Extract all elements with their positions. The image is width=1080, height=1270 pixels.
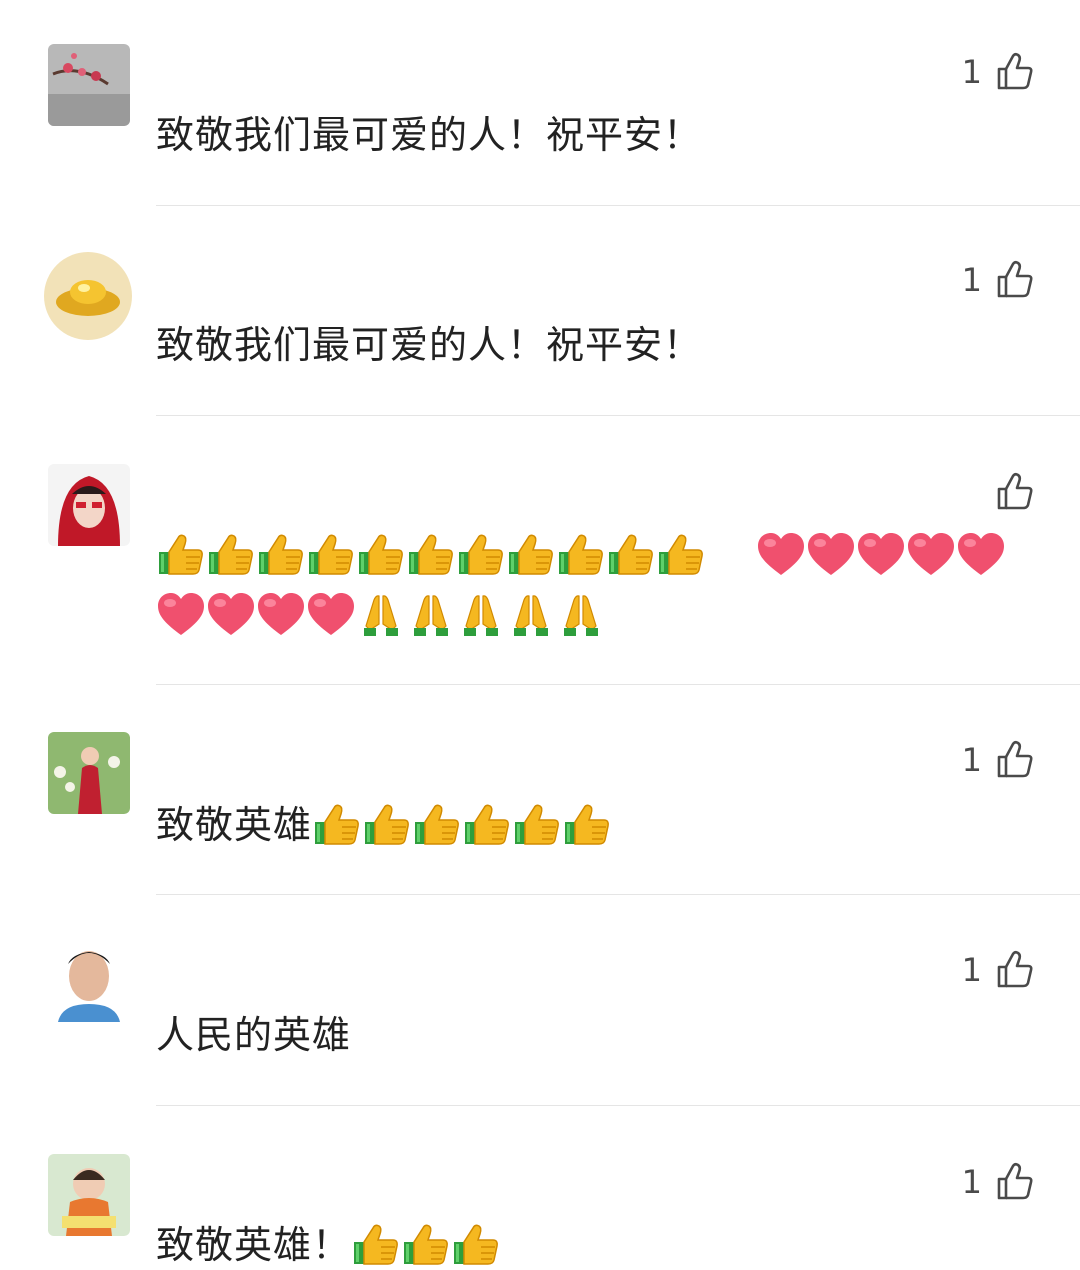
- thumbs-up-emoji: [656, 530, 706, 580]
- thumbs-up-emoji: [401, 1220, 451, 1270]
- thumbs-up-emoji: [206, 530, 256, 580]
- thumbs-up-emoji: [351, 1220, 401, 1270]
- heart-emoji: [906, 530, 956, 580]
- like-button[interactable]: 1: [962, 260, 1034, 300]
- like-button[interactable]: 1: [962, 1162, 1034, 1202]
- divider: [156, 894, 1080, 895]
- thumbs-up-icon: [996, 1162, 1034, 1202]
- divider: [156, 1105, 1080, 1106]
- red-hood-girl-avatar[interactable]: [48, 464, 130, 546]
- thumbs-up-emoji: [462, 800, 512, 850]
- like-count: 1: [961, 261, 982, 299]
- comment-text: 致敬英雄！: [156, 1220, 1020, 1270]
- gold-ingot-avatar[interactable]: [44, 252, 132, 340]
- heart-emoji: [156, 590, 206, 640]
- heart-emoji: [256, 590, 306, 640]
- divider: [156, 415, 1080, 416]
- divider: [156, 684, 1080, 685]
- pray-emoji: [356, 590, 406, 640]
- thumbs-up-emoji: [406, 530, 456, 580]
- pray-emoji: [406, 590, 456, 640]
- divider: [156, 205, 1080, 206]
- thumbs-up-emoji: [362, 800, 412, 850]
- heart-emoji: [756, 530, 806, 580]
- thumbs-up-emoji: [256, 530, 306, 580]
- heart-emoji: [306, 590, 356, 640]
- comment-text: 致敬英雄: [156, 800, 1020, 850]
- thumbs-up-icon: [996, 950, 1034, 990]
- thumbs-up-emoji: [412, 800, 462, 850]
- thumbs-up-emoji: [356, 530, 406, 580]
- like-button[interactable]: 1: [962, 52, 1034, 92]
- thumbs-up-icon: [996, 52, 1034, 92]
- like-button[interactable]: 1: [962, 950, 1034, 990]
- thumbs-up-emoji: [451, 1220, 501, 1270]
- thumbs-up-icon: [996, 472, 1034, 512]
- thumbs-up-emoji: [562, 800, 612, 850]
- thumbs-up-emoji: [506, 530, 556, 580]
- emoji-row: [351, 1220, 501, 1270]
- thumbs-up-emoji: [606, 530, 656, 580]
- emoji-row: [156, 590, 606, 640]
- child-reading-avatar[interactable]: [48, 1154, 130, 1236]
- comment-text: 人民的英雄: [156, 1013, 352, 1057]
- pray-emoji: [456, 590, 506, 640]
- heart-emoji: [206, 590, 256, 640]
- pray-emoji: [556, 590, 606, 640]
- heart-emoji: [806, 530, 856, 580]
- comment-text-content: 致敬英雄: [156, 803, 313, 847]
- thumbs-up-icon: [996, 740, 1034, 780]
- like-button[interactable]: [996, 472, 1034, 512]
- thumbs-up-emoji: [512, 800, 562, 850]
- thumbs-up-emoji: [306, 530, 356, 580]
- plum-blossom-avatar[interactable]: [48, 44, 130, 126]
- thumbs-up-icon: [996, 260, 1034, 300]
- comment-text-content: 致敬英雄！: [156, 1223, 352, 1267]
- pray-emoji: [506, 590, 556, 640]
- like-count: 1: [961, 53, 982, 91]
- like-count: 1: [961, 1163, 982, 1201]
- like-button[interactable]: 1: [962, 740, 1034, 780]
- thumbs-up-emoji: [456, 530, 506, 580]
- comment-text: 致敬我们最可爱的人！祝平安！: [156, 323, 703, 367]
- heart-emoji: [956, 530, 1006, 580]
- thumbs-up-emoji: [312, 800, 362, 850]
- emoji-row: [312, 800, 612, 850]
- like-count: 1: [961, 951, 982, 989]
- thumbs-up-emoji: [556, 530, 606, 580]
- like-count: 1: [961, 741, 982, 779]
- emoji-row: [156, 530, 1006, 580]
- woman-flowers-avatar[interactable]: [48, 732, 130, 814]
- heart-emoji: [856, 530, 906, 580]
- comment-text: 致敬我们最可爱的人！祝平安！: [156, 113, 703, 157]
- man-portrait-avatar[interactable]: [48, 940, 130, 1022]
- thumbs-up-emoji: [156, 530, 206, 580]
